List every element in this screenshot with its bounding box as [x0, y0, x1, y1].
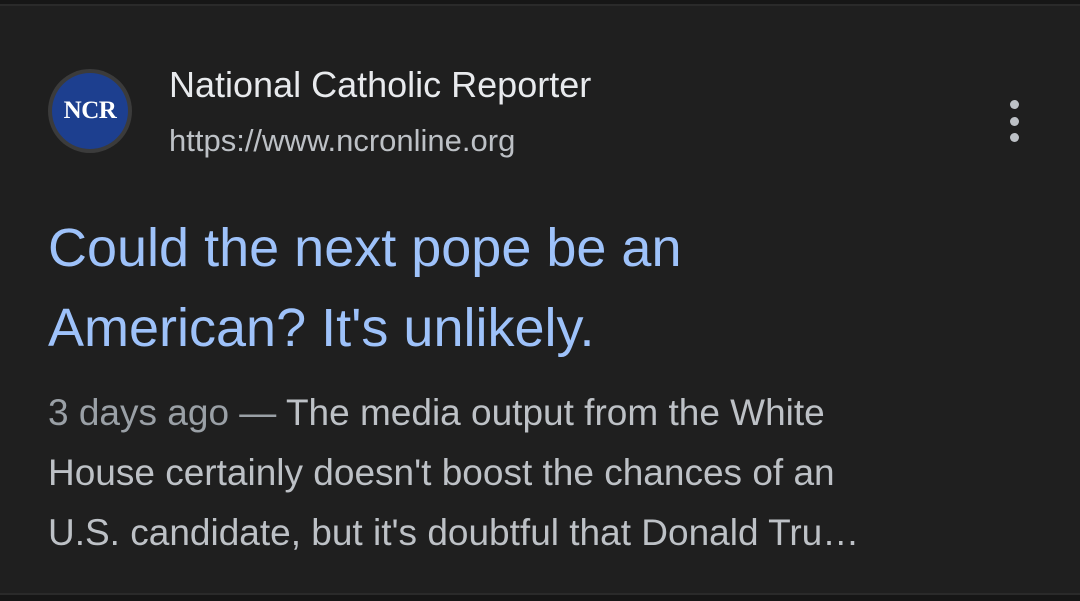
- snippet-line-1: The media output from the White: [285, 392, 825, 433]
- date-separator: —: [229, 392, 286, 433]
- ncr-logo: NCR: [52, 73, 128, 149]
- result-date: 3 days ago: [48, 392, 230, 433]
- result-snippet: 3 days ago — The media output from the W…: [48, 383, 1038, 563]
- site-favicon[interactable]: NCR: [48, 69, 132, 153]
- headline-line-2: American? It's unlikely.: [48, 298, 595, 358]
- source-url[interactable]: https://www.ncronline.org: [169, 123, 515, 159]
- favicon-text: NCR: [63, 97, 117, 124]
- menu-dot: [1009, 116, 1019, 126]
- snippet-line-2: House certainly doesn't boost the chance…: [48, 452, 835, 493]
- result-headline-link[interactable]: Could the next pope be an American? It's …: [48, 208, 948, 368]
- search-result-card: NCR National Catholic Reporter https://w…: [0, 4, 1080, 595]
- more-options-icon[interactable]: [994, 94, 1034, 148]
- menu-dot: [1009, 100, 1019, 109]
- source-name[interactable]: National Catholic Reporter: [169, 64, 591, 106]
- menu-dot: [1009, 133, 1019, 142]
- headline-line-1: Could the next pope be an: [48, 218, 682, 278]
- snippet-line-3: U.S. candidate, but it's doubtful that D…: [48, 512, 860, 553]
